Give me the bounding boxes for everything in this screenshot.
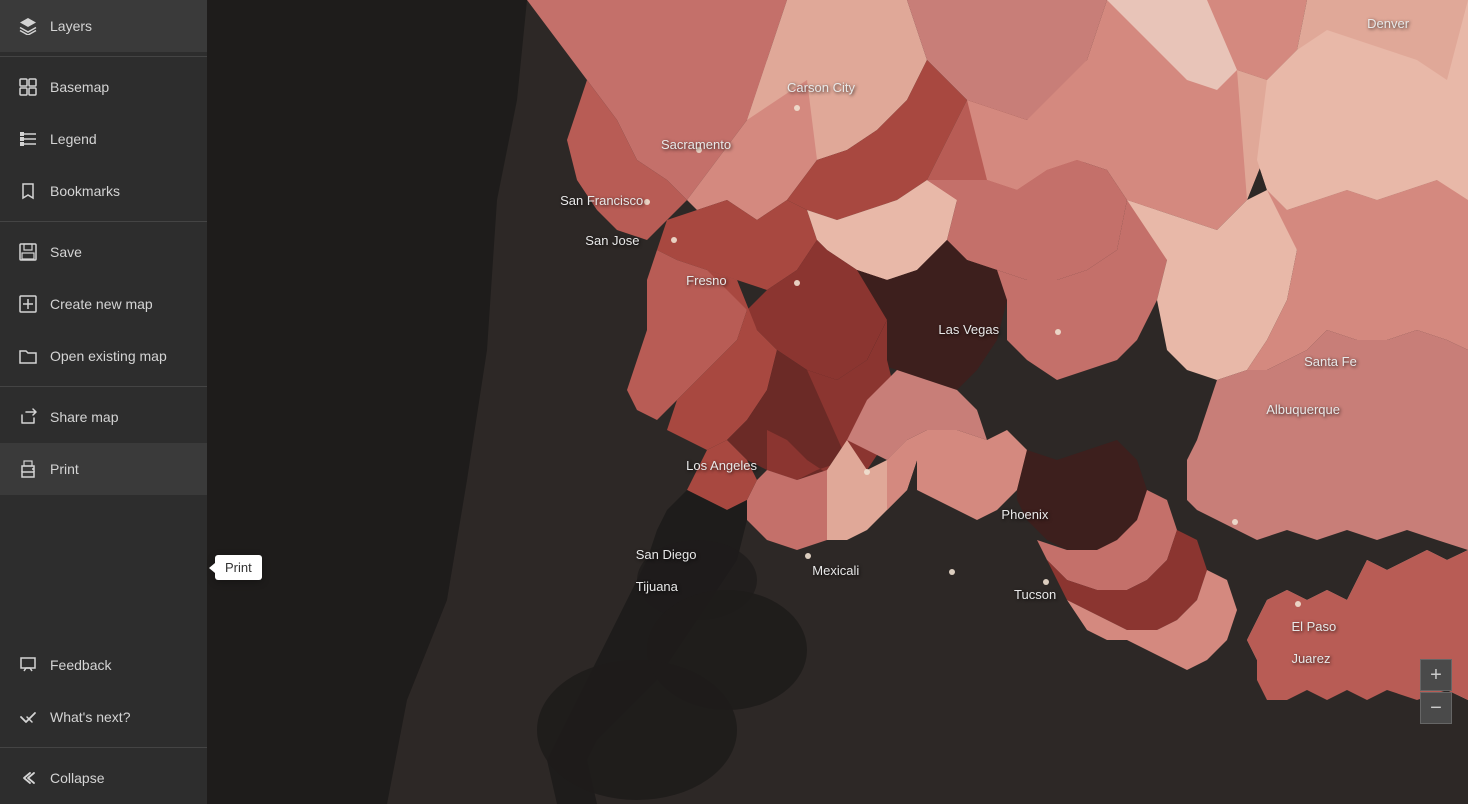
sidebar-item-basemap[interactable]: Basemap [0, 61, 207, 113]
map-container[interactable]: Carson City Sacramento San Francisco San… [207, 0, 1468, 804]
print-icon [18, 459, 38, 479]
sidebar-label-basemap: Basemap [50, 79, 109, 95]
save-icon [18, 242, 38, 262]
layers-icon [18, 16, 38, 36]
sidebar-item-save[interactable]: Save [0, 226, 207, 278]
sidebar-label-open-existing-map: Open existing map [50, 348, 167, 364]
sidebar-item-share-map[interactable]: Share map [0, 391, 207, 443]
feedback-icon [18, 655, 38, 675]
divider-2 [0, 221, 207, 222]
sidebar-label-whats-next: What's next? [50, 709, 131, 725]
zoom-in-button[interactable]: + [1420, 659, 1452, 691]
basemap-icon [18, 77, 38, 97]
legend-icon [18, 129, 38, 149]
sidebar-label-feedback: Feedback [50, 657, 111, 673]
sidebar-label-layers: Layers [50, 18, 92, 34]
sidebar-item-feedback[interactable]: Feedback [0, 639, 207, 691]
sidebar-label-collapse: Collapse [50, 770, 104, 786]
sidebar-spacer [0, 495, 207, 639]
share-map-icon [18, 407, 38, 427]
sidebar-label-save: Save [50, 244, 82, 260]
create-new-map-icon [18, 294, 38, 314]
sidebar-label-create-new-map: Create new map [50, 296, 153, 312]
collapse-icon [18, 768, 38, 788]
sidebar-item-legend[interactable]: Legend [0, 113, 207, 165]
sidebar-label-bookmarks: Bookmarks [50, 183, 120, 199]
sidebar-item-bookmarks[interactable]: Bookmarks [0, 165, 207, 217]
map-svg [207, 0, 1468, 804]
sidebar-item-create-new-map[interactable]: Create new map [0, 278, 207, 330]
sidebar: Layers Basemap Legend [0, 0, 207, 804]
divider-1 [0, 56, 207, 57]
sidebar-label-share-map: Share map [50, 409, 118, 425]
print-tooltip: Print [215, 555, 262, 580]
divider-4 [0, 747, 207, 748]
zoom-out-button[interactable]: − [1420, 692, 1452, 724]
sidebar-item-open-existing-map[interactable]: Open existing map [0, 330, 207, 382]
sidebar-item-whats-next[interactable]: What's next? [0, 691, 207, 743]
sidebar-item-print[interactable]: Print [0, 443, 207, 495]
divider-3 [0, 386, 207, 387]
sidebar-label-legend: Legend [50, 131, 97, 147]
sidebar-label-print: Print [50, 461, 79, 477]
sidebar-item-layers[interactable]: Layers [0, 0, 207, 52]
whats-next-icon [18, 707, 38, 727]
open-existing-map-icon [18, 346, 38, 366]
bookmarks-icon [18, 181, 38, 201]
sidebar-item-collapse[interactable]: Collapse [0, 752, 207, 804]
zoom-controls: + − [1420, 659, 1452, 724]
